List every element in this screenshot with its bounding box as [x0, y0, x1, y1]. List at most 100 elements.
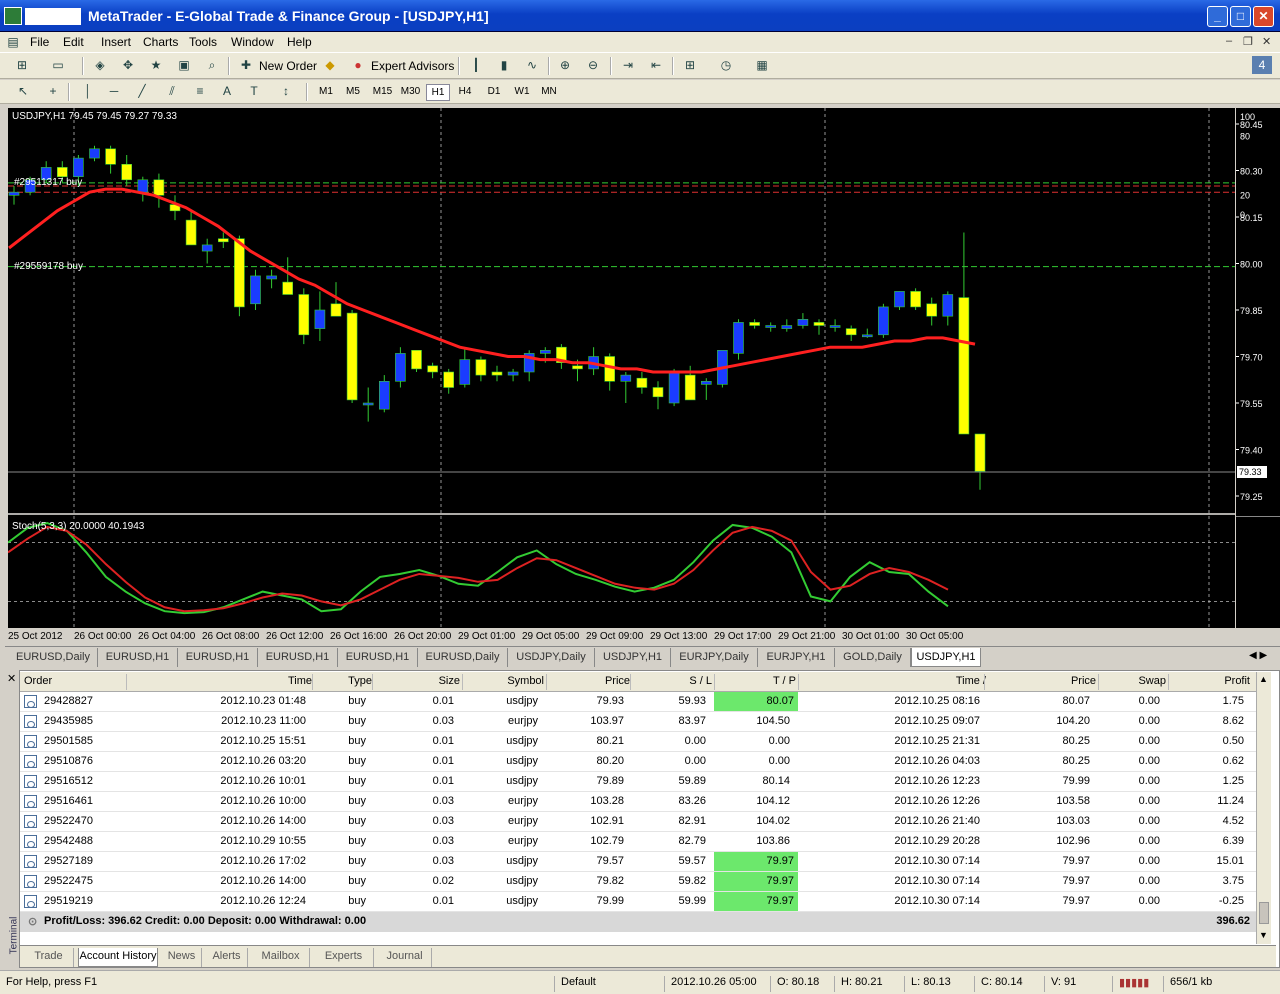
menu-tools[interactable]: Tools: [189, 35, 217, 49]
metaeditor-icon[interactable]: ◆: [320, 56, 340, 74]
crosshair-icon[interactable]: +: [43, 82, 63, 100]
table-row[interactable]: 29542488 2012.10.29 10:55 buy 0.03 eurjpy 102…: [20, 832, 1256, 852]
market-watch-icon[interactable]: ◈: [90, 56, 110, 74]
table-row[interactable]: 29516512 2012.10.26 10:01 buy 0.01 usdjpy 79.…: [20, 772, 1256, 792]
column-header[interactable]: Time /: [800, 675, 986, 687]
chart-tab[interactable]: EURUSD,Daily: [9, 648, 98, 667]
chart-tab[interactable]: EURUSD,H1: [338, 648, 418, 667]
chart-tab[interactable]: EURUSD,H1: [178, 648, 258, 667]
vertical-line-icon[interactable]: │: [78, 82, 98, 100]
menu-file[interactable]: File: [30, 35, 49, 49]
text-label-icon[interactable]: T: [244, 82, 264, 100]
chart-canvas[interactable]: USDJPY,H1 79.45 79.45 79.27 79.33 Stoch(…: [8, 108, 1280, 644]
terminal-tab[interactable]: Experts: [314, 948, 374, 967]
terminal-tab[interactable]: Account History: [78, 948, 158, 967]
tf-w1[interactable]: W1: [510, 84, 534, 99]
expert-advisors-button[interactable]: Expert Advisors: [371, 59, 454, 73]
chart-shift-icon[interactable]: ⇤: [646, 56, 666, 74]
candlestick-icon[interactable]: ▮: [494, 56, 514, 74]
channel-icon[interactable]: ⫽: [162, 82, 182, 100]
periods-icon[interactable]: ◷: [716, 56, 736, 74]
terminal-icon[interactable]: ▣: [174, 56, 194, 74]
chart-tab[interactable]: EURUSD,H1: [98, 648, 178, 667]
tf-m1[interactable]: M1: [314, 84, 338, 99]
new-order-icon[interactable]: ✚: [236, 56, 256, 74]
table-row[interactable]: 29522475 2012.10.26 14:00 buy 0.02 usdjpy 79.…: [20, 872, 1256, 892]
tf-d1[interactable]: D1: [482, 84, 506, 99]
mdi-restore-icon[interactable]: ❐: [1243, 35, 1253, 48]
mdi-icon[interactable]: ▤: [5, 33, 21, 51]
column-header[interactable]: Price: [548, 675, 630, 687]
mdi-minimize-icon[interactable]: –: [1226, 35, 1232, 47]
column-header[interactable]: Price: [986, 675, 1096, 687]
mdi-close-icon[interactable]: ✕: [1262, 35, 1271, 48]
close-button[interactable]: ✕: [1253, 6, 1274, 27]
column-header[interactable]: Size: [374, 675, 460, 687]
price-chart[interactable]: USDJPY,H1 79.45 79.45 79.27 79.33 Stoch(…: [8, 108, 1280, 644]
zoom-in-icon[interactable]: ⊕: [555, 56, 575, 74]
chart-tab[interactable]: EURUSD,Daily: [418, 648, 508, 667]
menu-charts[interactable]: Charts: [143, 35, 178, 49]
terminal-tab[interactable]: Alerts: [206, 948, 248, 967]
arrows-icon[interactable]: ↕: [276, 82, 296, 100]
tab-nav-icon[interactable]: ◀ ▶: [1249, 650, 1267, 661]
new-chart-icon[interactable]: ⊞: [12, 56, 32, 74]
indicators-icon[interactable]: ⊞: [680, 56, 700, 74]
scroll-down-icon[interactable]: ▼: [1259, 930, 1268, 940]
menu-window[interactable]: Window: [231, 35, 274, 49]
table-row[interactable]: 29519219 2012.10.26 12:24 buy 0.01 usdjpy 79.…: [20, 892, 1256, 912]
terminal-close-icon[interactable]: ✕: [7, 672, 16, 685]
tf-m15[interactable]: M15: [369, 84, 396, 99]
table-row[interactable]: 29435985 2012.10.23 11:00 buy 0.03 eurjpy 103…: [20, 712, 1256, 732]
bar-chart-icon[interactable]: ┃: [466, 56, 486, 74]
table-row[interactable]: 29522470 2012.10.26 14:00 buy 0.03 eurjpy 102…: [20, 812, 1256, 832]
text-icon[interactable]: A: [217, 82, 237, 100]
chart-tab[interactable]: GOLD,Daily: [835, 648, 911, 667]
terminal-tab[interactable]: Journal: [378, 948, 432, 967]
tf-h1[interactable]: H1: [426, 84, 450, 101]
tf-h4[interactable]: H4: [453, 84, 477, 99]
chart-tab[interactable]: USDJPY,Daily: [508, 648, 595, 667]
chart-tab[interactable]: EURUSD,H1: [258, 648, 338, 667]
trendline-icon[interactable]: ╱: [132, 82, 152, 100]
history-scrollbar[interactable]: ▲ ▼: [1256, 672, 1271, 944]
terminal-tab[interactable]: News: [162, 948, 202, 967]
column-header[interactable]: Type: [314, 675, 372, 687]
expert-advisors-icon[interactable]: ●: [348, 56, 368, 74]
menu-insert[interactable]: Insert: [101, 35, 131, 49]
zoom-out-icon[interactable]: ⊖: [583, 56, 603, 74]
cursor-icon[interactable]: ↖: [13, 82, 33, 100]
line-chart-icon[interactable]: ∿: [522, 56, 542, 74]
menu-help[interactable]: Help: [287, 35, 312, 49]
chart-tab[interactable]: USDJPY,H1: [911, 648, 981, 667]
crosshair-nav-icon[interactable]: ✥: [118, 56, 138, 74]
templates-icon[interactable]: ▦: [752, 56, 772, 74]
chart-tab[interactable]: EURJPY,H1: [758, 648, 835, 667]
table-row[interactable]: 29501585 2012.10.25 15:51 buy 0.01 usdjpy 80.…: [20, 732, 1256, 752]
fibonacci-icon[interactable]: ≡: [190, 82, 210, 100]
column-header[interactable]: S / L: [632, 675, 712, 687]
autoscroll-icon[interactable]: ⇥: [618, 56, 638, 74]
minimize-button[interactable]: _: [1207, 6, 1228, 27]
terminal-tab[interactable]: Trade: [24, 948, 74, 967]
table-row[interactable]: 29428827 2012.10.23 01:48 buy 0.01 usdjpy 79.…: [20, 692, 1256, 712]
table-row[interactable]: 29527189 2012.10.26 17:02 buy 0.03 usdjpy 79.…: [20, 852, 1256, 872]
scroll-thumb[interactable]: [1259, 902, 1269, 924]
notification-icon[interactable]: 4: [1252, 56, 1272, 74]
chart-tab[interactable]: USDJPY,H1: [595, 648, 671, 667]
chart-tab[interactable]: EURJPY,Daily: [671, 648, 758, 667]
column-header[interactable]: T / P: [716, 675, 796, 687]
favorites-icon[interactable]: ★: [146, 56, 166, 74]
table-row[interactable]: 29516461 2012.10.26 10:00 buy 0.03 eurjpy 103…: [20, 792, 1256, 812]
tf-m5[interactable]: M5: [341, 84, 365, 99]
tf-m30[interactable]: M30: [397, 84, 424, 99]
terminal-tab[interactable]: Mailbox: [252, 948, 310, 967]
new-order-button[interactable]: New Order: [259, 59, 317, 73]
tf-mn[interactable]: MN: [537, 84, 561, 99]
column-header[interactable]: Order: [24, 675, 124, 687]
tester-icon[interactable]: ⌕: [202, 56, 222, 74]
menu-edit[interactable]: Edit: [63, 35, 84, 49]
table-row[interactable]: 29510876 2012.10.26 03:20 buy 0.01 usdjpy 80.…: [20, 752, 1256, 772]
app-icon[interactable]: [4, 7, 22, 25]
column-header[interactable]: Time: [128, 675, 312, 687]
